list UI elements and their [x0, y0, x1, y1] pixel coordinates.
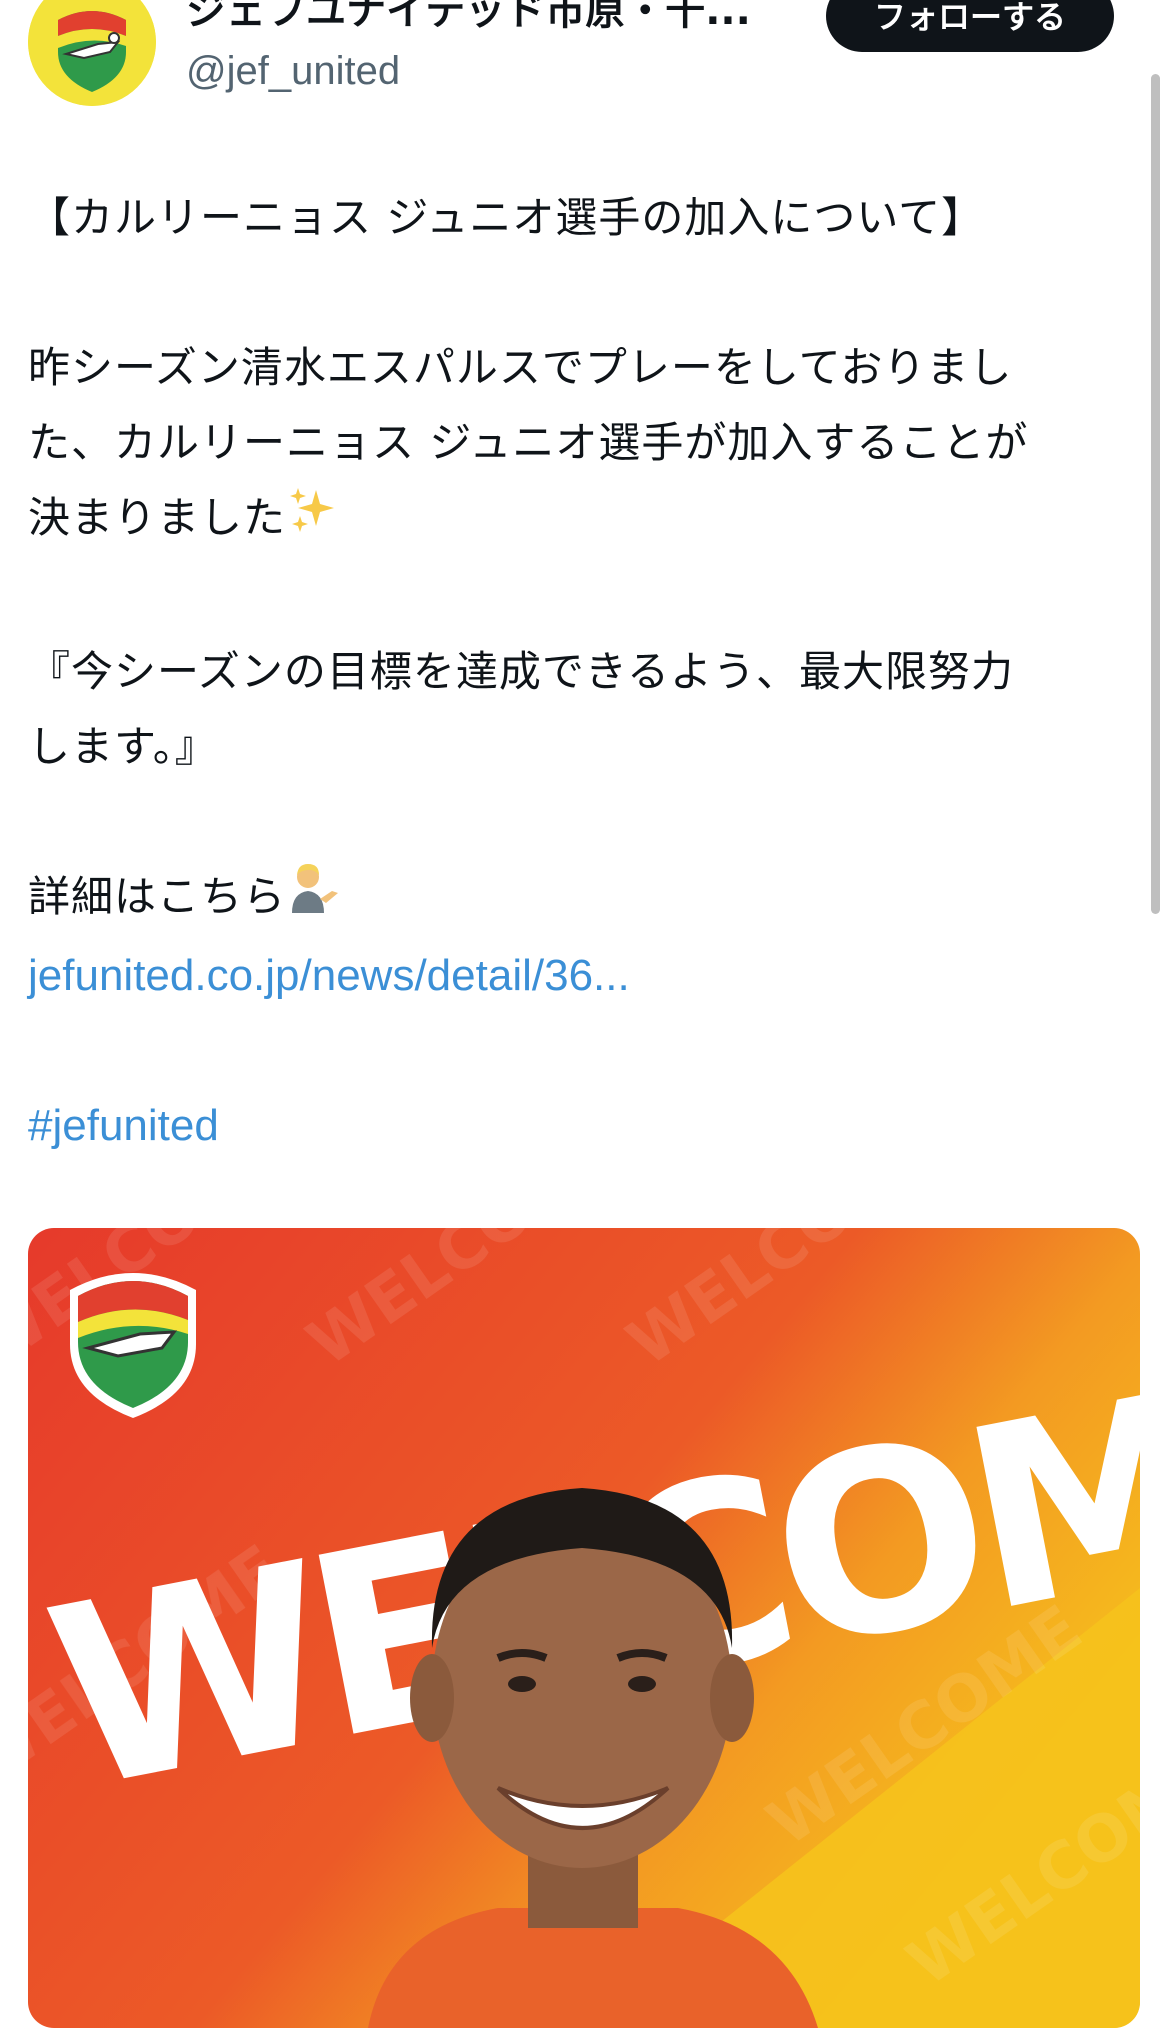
- person-tipping-hand-icon: [286, 859, 342, 938]
- tweet-line-with-emoji: 詳細はこちら: [28, 859, 1138, 938]
- display-name[interactable]: ジェフユナイテッド市原・千...: [186, 0, 766, 34]
- club-crest-icon: [28, 0, 156, 106]
- account-handle[interactable]: @jef_united: [186, 48, 400, 94]
- tweet-line: 決まりました: [28, 493, 287, 542]
- tweet-media-image[interactable]: WELCOME WELCOME WELCOME WELCOME WELCOME …: [28, 1228, 1140, 2028]
- tweet-line: 『今シーズンの目標を達成できるよう、最大限努力: [28, 647, 1015, 696]
- sparkles-icon: [286, 484, 338, 559]
- tweet-link[interactable]: jefunited.co.jp/news/detail/36...: [28, 938, 1138, 1013]
- tweet-line: た、カルリーニョス ジュニオ選手が加入することが: [28, 418, 1029, 467]
- tweet-hashtag[interactable]: #jefunited: [28, 1088, 1138, 1163]
- follow-button[interactable]: フォローする: [826, 0, 1114, 52]
- tweet-line-with-emoji: 決まりました: [28, 480, 1138, 559]
- tweet-line: 【カルリーニョス ジュニオ選手の加入について】: [28, 193, 985, 242]
- tweet-text: 【カルリーニョス ジュニオ選手の加入について】 昨シーズン清水エスパルスでプレー…: [28, 180, 1138, 1163]
- avatar[interactable]: [28, 0, 156, 106]
- tweet-line: 昨シーズン清水エスパルスでプレーをしておりまし: [28, 343, 1013, 392]
- scrollbar[interactable]: [1151, 74, 1160, 914]
- welcome-graphic: WELCOME WELCOME WELCOME WELCOME WELCOME …: [28, 1228, 1140, 2028]
- tweet-line: します。』: [28, 722, 218, 771]
- tweet-line: 詳細はこちら: [28, 872, 287, 921]
- hashtag-link[interactable]: #jefunited: [28, 1101, 219, 1150]
- news-link[interactable]: jefunited.co.jp/news/detail/36...: [28, 951, 630, 1000]
- tweet-header: ジェフユナイテッド市原・千... @jef_united フォローする: [0, 0, 1170, 120]
